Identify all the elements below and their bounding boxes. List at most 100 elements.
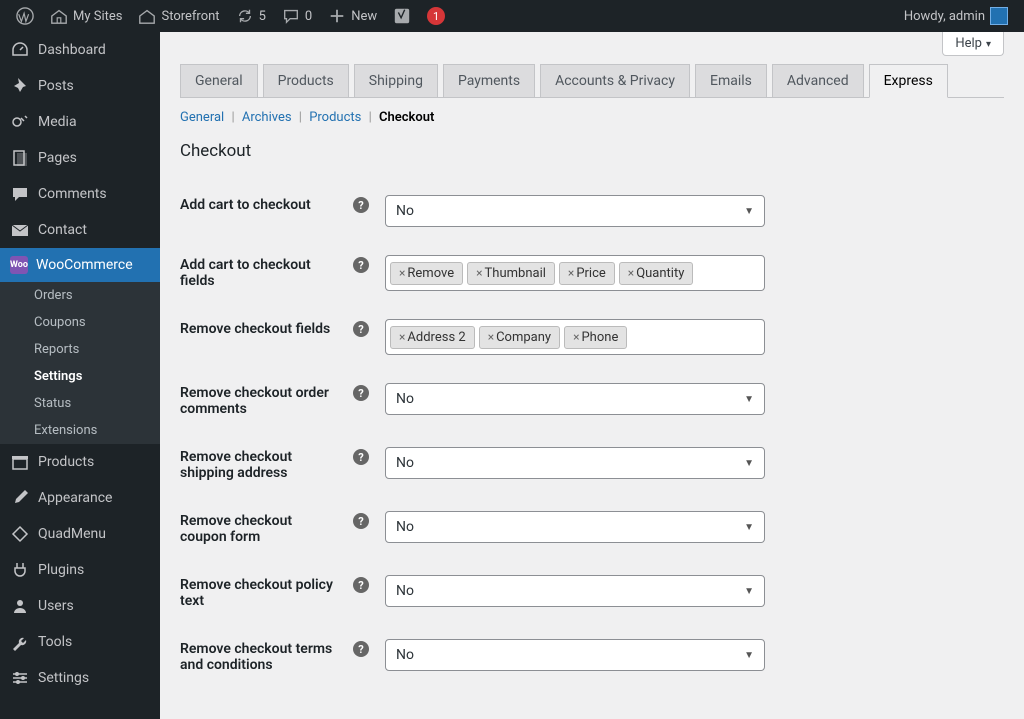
- select-remove-checkout-policy-text[interactable]: No▼: [385, 575, 765, 607]
- field-label: Remove checkout shipping address: [180, 433, 345, 497]
- site-name-label: Storefront: [161, 9, 219, 24]
- remove-tag-icon[interactable]: ×: [399, 330, 405, 344]
- comments-toolbar[interactable]: 0: [274, 0, 320, 32]
- submenu-item-status[interactable]: Status: [0, 390, 160, 417]
- sidebar-item-tools[interactable]: Tools: [0, 624, 160, 660]
- multiselect-add-cart-to-checkout-fields[interactable]: ×Remove×Thumbnail×Price×Quantity: [385, 255, 765, 291]
- multiselect-remove-checkout-fields[interactable]: ×Address 2×Company×Phone: [385, 319, 765, 355]
- sidebar-item-dashboard[interactable]: Dashboard: [0, 32, 160, 68]
- remove-tag-icon[interactable]: ×: [488, 330, 494, 344]
- select-value: No: [396, 455, 414, 471]
- select-remove-checkout-shipping-address[interactable]: No▼: [385, 447, 765, 479]
- select-remove-checkout-order-comments[interactable]: No▼: [385, 383, 765, 415]
- submenu-item-extensions[interactable]: Extensions: [0, 417, 160, 444]
- help-icon[interactable]: ?: [353, 641, 369, 657]
- sidebar-item-pages[interactable]: Pages: [0, 140, 160, 176]
- new-label: New: [351, 9, 377, 24]
- tab-emails[interactable]: Emails: [695, 64, 767, 98]
- help-icon[interactable]: ?: [353, 449, 369, 465]
- select-value: No: [396, 647, 414, 663]
- tag-remove: ×Remove: [390, 262, 463, 285]
- sidebar-item-comments[interactable]: Comments: [0, 176, 160, 212]
- help-icon[interactable]: ?: [353, 197, 369, 213]
- tab-advanced[interactable]: Advanced: [772, 64, 864, 98]
- yoast-toolbar[interactable]: [385, 0, 419, 32]
- chevron-down-icon: ▼: [744, 522, 754, 533]
- tab-shipping[interactable]: Shipping: [354, 64, 438, 98]
- sidebar-item-label: Plugins: [38, 562, 84, 578]
- submenu-item-settings[interactable]: Settings: [0, 363, 160, 390]
- howdy-label: Howdy, admin: [904, 9, 985, 24]
- sidebar-item-label: Posts: [38, 78, 74, 94]
- submenu-item-orders[interactable]: Orders: [0, 282, 160, 309]
- sidebar-item-label: Tools: [38, 634, 72, 650]
- notification-count: 1: [427, 7, 445, 25]
- remove-tag-icon[interactable]: ×: [399, 266, 405, 280]
- help-icon[interactable]: ?: [353, 257, 369, 273]
- select-remove-checkout-terms-and-conditions[interactable]: No▼: [385, 639, 765, 671]
- select-add-cart-to-checkout[interactable]: No▼: [385, 195, 765, 227]
- brush-icon: [10, 488, 30, 508]
- tab-payments[interactable]: Payments: [443, 64, 535, 98]
- woo-icon: Woo: [10, 256, 28, 274]
- submenu-item-coupons[interactable]: Coupons: [0, 309, 160, 336]
- sidebar-item-posts[interactable]: Posts: [0, 68, 160, 104]
- subtab-archives[interactable]: Archives: [242, 110, 292, 125]
- remove-tag-icon[interactable]: ×: [568, 266, 574, 280]
- help-icon[interactable]: ?: [353, 577, 369, 593]
- sidebar-item-quadmenu[interactable]: QuadMenu: [0, 516, 160, 552]
- my-account[interactable]: Howdy, admin: [896, 0, 1016, 32]
- sidebar-item-woocommerce[interactable]: Woo WooCommerce: [0, 248, 160, 282]
- tag-label: Phone: [581, 330, 618, 345]
- tab-express[interactable]: Express: [869, 64, 948, 98]
- tab-general[interactable]: General: [180, 64, 258, 98]
- submenu-item-reports[interactable]: Reports: [0, 336, 160, 363]
- tools-icon: [10, 632, 30, 652]
- remove-tag-icon[interactable]: ×: [573, 330, 579, 344]
- sidebar-item-media[interactable]: Media: [0, 104, 160, 140]
- diamond-icon: [10, 524, 30, 544]
- archive-icon: [10, 452, 30, 472]
- sidebar-item-settings[interactable]: Settings: [0, 660, 160, 696]
- my-sites[interactable]: My Sites: [42, 0, 130, 32]
- remove-tag-icon[interactable]: ×: [476, 266, 482, 280]
- tag-thumbnail: ×Thumbnail: [467, 262, 555, 285]
- select-remove-checkout-coupon-form[interactable]: No▼: [385, 511, 765, 543]
- help-icon[interactable]: ?: [353, 385, 369, 401]
- sidebar-item-users[interactable]: Users: [0, 588, 160, 624]
- sidebar-item-label: QuadMenu: [38, 526, 106, 542]
- help-icon[interactable]: ?: [353, 513, 369, 529]
- sidebar-item-contact[interactable]: Contact: [0, 212, 160, 248]
- avatar: [990, 7, 1008, 25]
- remove-tag-icon[interactable]: ×: [628, 266, 634, 280]
- tag-label: Remove: [407, 266, 454, 281]
- updates[interactable]: 5: [228, 0, 274, 32]
- page-title: Checkout: [180, 141, 1004, 161]
- help-icon[interactable]: ?: [353, 321, 369, 337]
- tag-quantity: ×Quantity: [619, 262, 694, 285]
- sidebar-item-label: Media: [38, 114, 77, 130]
- settings-tabs: GeneralProductsShippingPaymentsAccounts …: [180, 64, 1004, 98]
- sidebar-item-appearance[interactable]: Appearance: [0, 480, 160, 516]
- subtab-products[interactable]: Products: [309, 110, 361, 125]
- notification-badge[interactable]: 1: [419, 0, 453, 32]
- tab-products[interactable]: Products: [263, 64, 349, 98]
- site-name[interactable]: Storefront: [130, 0, 227, 32]
- field-label: Add cart to checkout fields: [180, 241, 345, 305]
- tag-price: ×Price: [559, 262, 615, 285]
- tag-address-2: ×Address 2: [390, 326, 475, 349]
- field-label: Remove checkout policy text: [180, 561, 345, 625]
- chevron-down-icon: ▼: [744, 206, 754, 217]
- wp-logo[interactable]: [8, 0, 42, 32]
- admin-toolbar: My Sites Storefront 5 0 New 1 Howdy, adm…: [0, 0, 1024, 32]
- help-tab[interactable]: Help: [942, 32, 1004, 56]
- sidebar-item-label: WooCommerce: [36, 257, 133, 273]
- sidebar-item-products[interactable]: Products: [0, 444, 160, 480]
- tag-company: ×Company: [479, 326, 560, 349]
- subtab-general[interactable]: General: [180, 110, 224, 125]
- dashboard-icon: [10, 40, 30, 60]
- sidebar-item-plugins[interactable]: Plugins: [0, 552, 160, 588]
- tab-accounts-privacy[interactable]: Accounts & Privacy: [540, 64, 690, 98]
- mail-icon: [10, 220, 30, 240]
- new-content[interactable]: New: [320, 0, 385, 32]
